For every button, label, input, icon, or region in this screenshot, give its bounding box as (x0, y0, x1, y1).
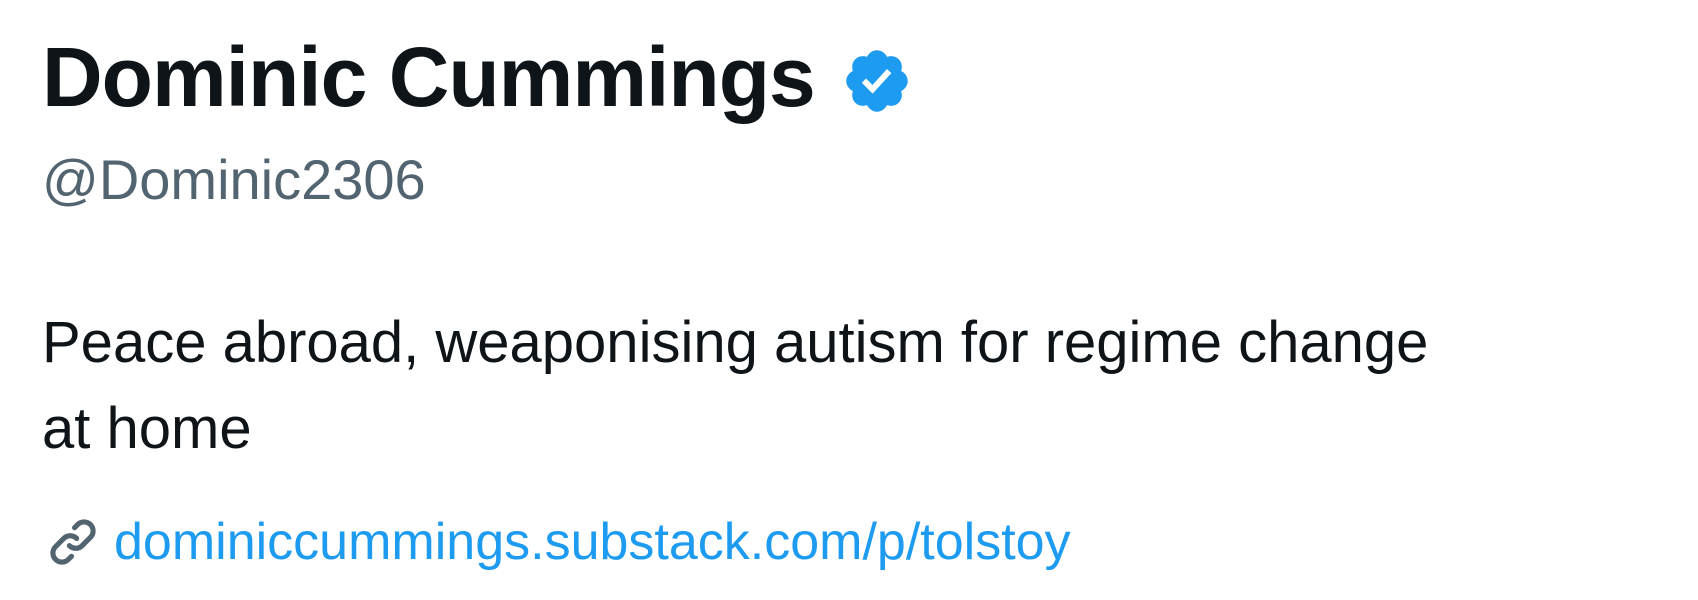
website-link[interactable]: dominiccummings.substack.com/p/tolstoy (114, 516, 1071, 568)
name-row: Dominic Cummings (42, 18, 913, 136)
user-handle: @Dominic2306 (42, 148, 426, 211)
bio: Peace abroad, weaponising autism for reg… (42, 300, 1642, 472)
website-row: dominiccummings.substack.com/p/tolstoy (42, 502, 1071, 582)
display-name: Dominic Cummings (42, 30, 816, 124)
bio-line: Peace abroad, weaponising autism for reg… (42, 310, 1429, 375)
profile-header: Dominic Cummings @Dominic2306 Peace abro… (42, 0, 1662, 600)
link-icon (42, 511, 104, 573)
bio-line: at home (42, 396, 252, 461)
verified-badge-icon[interactable] (841, 45, 913, 117)
